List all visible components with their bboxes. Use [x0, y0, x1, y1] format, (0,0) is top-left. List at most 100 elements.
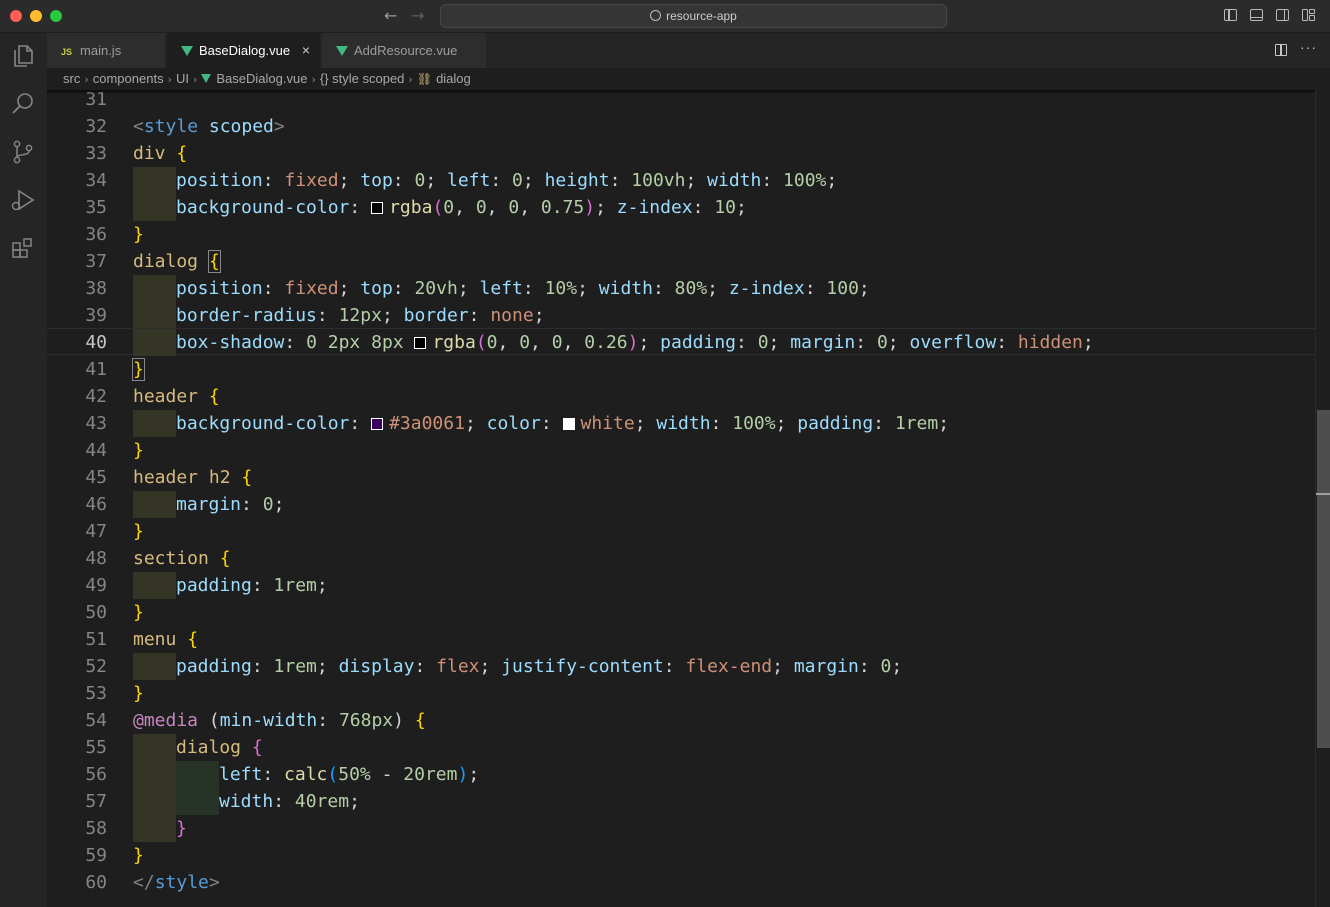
- tab-label: AddResource.vue: [354, 43, 458, 58]
- line-number: 33: [85, 143, 107, 164]
- line-number: 60: [85, 872, 107, 893]
- vertical-scrollbar[interactable]: [1315, 90, 1330, 907]
- vue-icon: [336, 46, 348, 56]
- code-line: 34 position: fixed; top: 0; left: 0; heig…: [47, 167, 1315, 194]
- tab-basedialog-vue[interactable]: BaseDialog.vue ×: [167, 33, 320, 68]
- chevron-right-icon: ›: [408, 73, 413, 86]
- code-line: 36}: [47, 221, 1315, 248]
- vue-icon: [181, 46, 193, 56]
- line-number: 47: [85, 521, 107, 542]
- line-number: 36: [85, 224, 107, 245]
- line-number: 46: [85, 494, 107, 515]
- color-swatch[interactable]: [562, 418, 575, 430]
- extensions-icon[interactable]: [10, 235, 36, 261]
- breadcrumb-style[interactable]: {} style scoped: [320, 71, 405, 86]
- line-number: 49: [85, 575, 107, 596]
- code-line: 57 width: 40rem;: [47, 788, 1315, 815]
- code-line: 48 section {: [47, 545, 1315, 572]
- code-line-current: 40 box-shadow: 0 2px 8px rgba(0, 0, 0, 0.…: [47, 328, 1315, 356]
- scrollbar-thumb[interactable]: [1317, 410, 1330, 748]
- toggle-secondary-sidebar-icon[interactable]: [1276, 9, 1289, 21]
- source-control-icon[interactable]: [10, 139, 36, 165]
- code-line: 46 margin: 0;: [47, 491, 1315, 518]
- line-number: 41: [85, 359, 107, 380]
- customize-layout-icon[interactable]: [1302, 9, 1315, 21]
- code-line: 50}: [47, 599, 1315, 626]
- search-icon[interactable]: [10, 91, 36, 117]
- color-swatch[interactable]: [371, 418, 384, 430]
- tab-main-js[interactable]: JS main.js: [47, 33, 165, 68]
- code-line: 45 header h2 {: [47, 464, 1315, 491]
- code-editor[interactable]: 31 32 <style scoped> 33 div { 34 position: …: [47, 90, 1315, 907]
- breadcrumb-file[interactable]: BaseDialog.vue: [216, 71, 307, 86]
- more-actions-icon[interactable]: ···: [1300, 39, 1317, 55]
- code-line: 51 menu {: [47, 626, 1315, 653]
- code-line: 47}: [47, 518, 1315, 545]
- code-line: 44}: [47, 437, 1315, 464]
- line-number: 57: [85, 791, 107, 812]
- line-number: 38: [85, 278, 107, 299]
- line-number: 58: [85, 818, 107, 839]
- breadcrumb-symbol[interactable]: dialog: [436, 71, 471, 86]
- tab-label: main.js: [80, 43, 122, 58]
- forward-arrow-icon[interactable]: →: [411, 6, 424, 26]
- breadcrumb-src[interactable]: src: [63, 71, 80, 86]
- code-line: 37 dialog {: [47, 248, 1315, 275]
- code-line: 38 position: fixed; top: 20vh; left: 10%;…: [47, 275, 1315, 302]
- close-window-button[interactable]: [10, 10, 22, 22]
- code-line: 52 padding: 1rem; display: flex; justify-…: [47, 653, 1315, 680]
- line-number: 56: [85, 764, 107, 785]
- line-number: 44: [85, 440, 107, 461]
- scroll-shadow: [47, 90, 1315, 94]
- line-number: 40: [85, 332, 107, 353]
- back-arrow-icon[interactable]: ←: [384, 6, 397, 26]
- line-number: 55: [85, 737, 107, 758]
- line-number: 35: [85, 197, 107, 218]
- breadcrumb-components[interactable]: components: [93, 71, 164, 86]
- code-line: 35 background-color: rgba(0, 0, 0, 0.75);…: [47, 194, 1315, 221]
- title-bar: ← → resource-app: [0, 0, 1330, 33]
- line-number: 53: [85, 683, 107, 704]
- code-line: 56 left: calc(50% - 20rem);: [47, 761, 1315, 788]
- tab-addresource-vue[interactable]: AddResource.vue: [322, 33, 486, 68]
- maximize-window-button[interactable]: [50, 10, 62, 22]
- line-number: 32: [85, 116, 107, 137]
- split-editor-icon[interactable]: [1275, 44, 1287, 56]
- cursor-position-marker: [1316, 493, 1330, 495]
- line-number: 37: [85, 251, 107, 272]
- code-line: 55 dialog {: [47, 734, 1315, 761]
- editor-tab-bar: JS main.js BaseDialog.vue × AddResource.v…: [47, 33, 1330, 68]
- line-number: 43: [85, 413, 107, 434]
- line-number: 39: [85, 305, 107, 326]
- code-line: 41}: [47, 356, 1315, 383]
- line-number: 54: [85, 710, 107, 731]
- run-and-debug-icon[interactable]: [10, 187, 36, 213]
- symbol-class-icon: ⛓: [416, 72, 433, 86]
- minimize-window-button[interactable]: [30, 10, 42, 22]
- command-center-search[interactable]: resource-app: [440, 4, 947, 28]
- chevron-right-icon: ›: [84, 73, 89, 86]
- activity-bar: [0, 33, 47, 907]
- line-number: 48: [85, 548, 107, 569]
- line-number: 42: [85, 386, 107, 407]
- chevron-right-icon: ›: [311, 73, 316, 86]
- chevron-right-icon: ›: [167, 73, 172, 86]
- color-swatch[interactable]: [371, 202, 384, 214]
- toggle-panel-icon[interactable]: [1250, 9, 1263, 21]
- color-swatch[interactable]: [414, 337, 427, 349]
- toggle-primary-sidebar-icon[interactable]: [1224, 9, 1237, 21]
- line-number: 51: [85, 629, 107, 650]
- code-line: 54 @media (min-width: 768px) {: [47, 707, 1315, 734]
- line-number: 45: [85, 467, 107, 488]
- explorer-icon[interactable]: [10, 43, 36, 69]
- breadcrumb: src › components › UI › BaseDialog.vue ›{} styl…: [47, 68, 1330, 90]
- code-line: 32 <style scoped>: [47, 113, 1315, 140]
- line-number: 34: [85, 170, 107, 191]
- code-line: 59}: [47, 842, 1315, 869]
- close-icon[interactable]: ×: [302, 33, 310, 68]
- chevron-right-icon: ›: [192, 73, 198, 86]
- breadcrumb-ui[interactable]: UI: [176, 71, 189, 86]
- line-number: 52: [85, 656, 107, 677]
- code-line: 43 background-color: #3a0061; color: whit…: [47, 410, 1315, 437]
- code-line: 33 div {: [47, 140, 1315, 167]
